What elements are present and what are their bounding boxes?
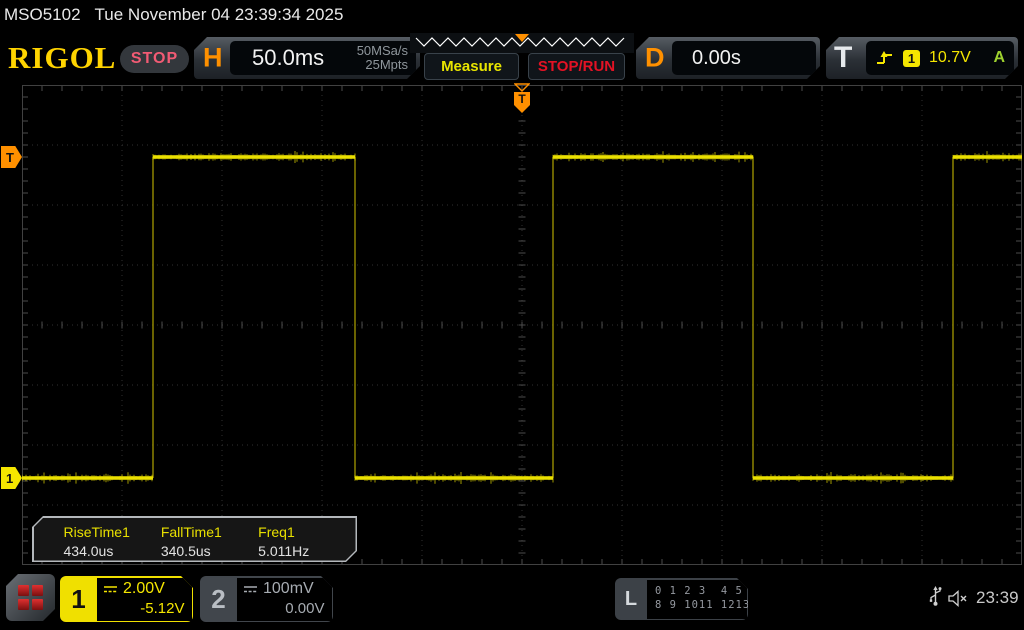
- trigger-position-arrow-icon: [514, 83, 530, 92]
- channel2-offset: 0.00V: [243, 600, 325, 617]
- logic-analyzer-tab[interactable]: L 0 1 2 3 4 5 6 7 8 9 1011 12131415: [615, 578, 748, 620]
- channel1-scale: 2.00V: [123, 580, 165, 598]
- menu-grid-icon: [18, 585, 43, 610]
- trigger-level-marker[interactable]: T: [1, 146, 22, 168]
- digital-channels-row2: 8 9 1011 12131415: [655, 598, 747, 612]
- delay-value: 0.00s: [692, 47, 741, 70]
- horizontal-label: H: [203, 43, 223, 74]
- overview-zigzag-icon: [410, 33, 634, 53]
- stop-run-button[interactable]: STOP/RUN: [528, 53, 625, 80]
- measurement-freq: Freq1 5.011Hz: [258, 524, 355, 561]
- delay-label: D: [645, 43, 665, 74]
- ch1-waveform: [22, 85, 1022, 565]
- oscilloscope-screen: MSO5102 Tue November 04 23:39:34 2025 RI…: [0, 0, 1024, 630]
- timebase-value: 50.0ms: [252, 45, 324, 71]
- channel1-number: 1: [60, 576, 97, 622]
- usb-icon: [927, 586, 944, 607]
- trigger-settings-tab[interactable]: T 1 10.7V A: [826, 37, 1018, 79]
- channel2-scale: 100mV: [263, 580, 314, 598]
- memory-depth: 25Mpts: [357, 58, 408, 72]
- measurement-risetime: RiseTime1 434.0us: [64, 524, 161, 561]
- trigger-sweep-mode: A: [993, 49, 1005, 67]
- model-name: MSO5102: [4, 5, 81, 25]
- trigger-level-value: 10.7V: [929, 49, 971, 67]
- rising-edge-icon: [875, 50, 894, 66]
- sample-rate: 50MSa/s: [357, 44, 408, 58]
- channel1-offset: -5.12V: [103, 600, 185, 617]
- channel1-tab[interactable]: 1 2.00V -5.12V: [60, 576, 193, 622]
- dc-coupling-icon: [103, 584, 118, 594]
- clock: 23:39: [976, 588, 1019, 608]
- waveform-overview-bar[interactable]: [410, 33, 634, 53]
- run-state-badge: STOP: [120, 45, 189, 73]
- measurement-panel[interactable]: RiseTime1 434.0us FallTime1 340.5us Freq…: [32, 516, 357, 562]
- channel1-position-marker[interactable]: 1: [1, 467, 22, 489]
- menu-button[interactable]: [6, 574, 55, 621]
- rigol-logo: RIGOL: [8, 40, 116, 76]
- horizontal-settings-tab[interactable]: H 50.0ms 50MSa/s 25Mpts: [194, 37, 420, 79]
- dc-coupling-icon: [243, 584, 258, 594]
- channel2-number: 2: [200, 576, 237, 622]
- speaker-muted-icon[interactable]: [948, 590, 972, 607]
- measure-button[interactable]: Measure: [424, 53, 519, 80]
- measurement-falltime: FallTime1 340.5us: [161, 524, 258, 561]
- trigger-label: T: [834, 41, 852, 75]
- datetime: Tue November 04 23:39:34 2025: [95, 5, 344, 25]
- graticule: [22, 85, 1022, 565]
- delay-settings-tab[interactable]: D 0.00s: [636, 37, 820, 79]
- trigger-source-badge: 1: [903, 50, 920, 67]
- logic-label: L: [615, 578, 647, 620]
- channel2-tab[interactable]: 2 100mV 0.00V: [200, 576, 333, 622]
- digital-channels-row1: 0 1 2 3 4 5 6 7: [655, 584, 747, 598]
- titlebar: MSO5102 Tue November 04 23:39:34 2025: [0, 0, 1024, 30]
